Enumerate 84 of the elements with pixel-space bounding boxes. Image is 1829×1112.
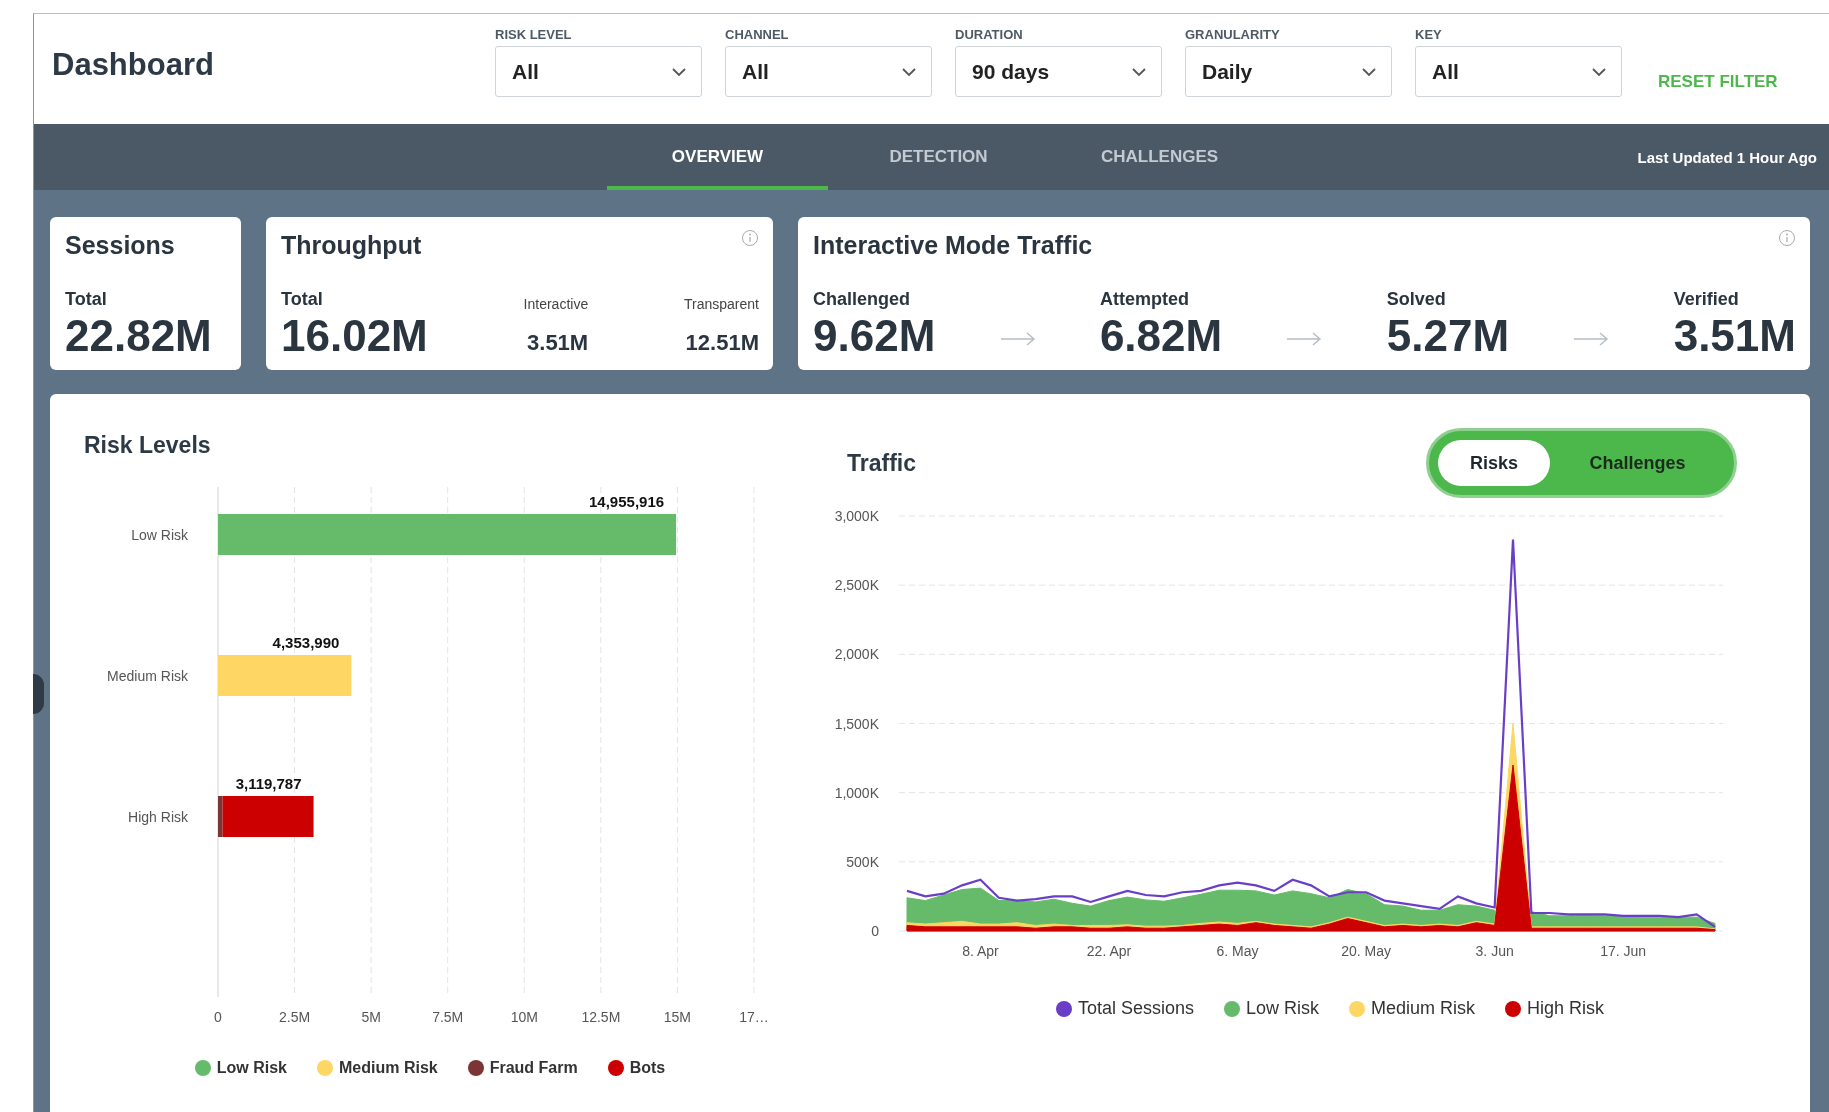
info-icon[interactable] [1778, 229, 1796, 247]
tab[interactable]: DETECTION [828, 124, 1049, 190]
info-icon[interactable] [741, 229, 759, 247]
metric-label: Total [281, 289, 324, 310]
toggle-option[interactable]: Risks [1438, 440, 1550, 486]
legend-label: Total Sessions [1077, 998, 1194, 1019]
axis-label: 3,000K [834, 508, 879, 524]
chart-title: Risk Levels [83, 431, 212, 460]
axis-label: 3. Jun [1475, 943, 1514, 959]
axis-label: 2.5M [279, 1009, 311, 1025]
card-title: Throughput [281, 231, 422, 260]
metric-value: 12.51M [685, 332, 759, 357]
legend-label: High Risk [1527, 998, 1605, 1019]
filter-label: DURATION [955, 27, 1024, 42]
page-title: Dashboard [51, 47, 215, 83]
filter-label: GRANULARITY [1185, 27, 1281, 42]
metric-label: Interactive [523, 296, 589, 312]
metric-value: 16.02M [281, 314, 428, 358]
metric-value: 22.82M [65, 314, 212, 358]
toggle-option[interactable]: Challenges [1550, 440, 1725, 486]
axis-label: 6. May [1216, 943, 1259, 959]
dropdown[interactable]: 90 days [955, 46, 1162, 97]
filter-label: CHANNEL [725, 27, 790, 42]
data-label: 14,955,916 [589, 493, 665, 510]
legend-label: Low Risk [216, 1059, 287, 1077]
metric-value: 9.62M [813, 314, 936, 358]
category-label: Medium Risk [107, 668, 188, 684]
legend-label: Medium Risk [1371, 998, 1476, 1019]
axis-label: 12.5M [581, 1009, 621, 1025]
category-label: Low Risk [131, 527, 188, 543]
axis-label: 10M [510, 1009, 538, 1025]
filter-label: RISK LEVEL [495, 27, 573, 42]
chevron-down-icon [901, 66, 917, 77]
metric-label: Transparent [684, 296, 759, 312]
axis-label: 1,500K [834, 715, 879, 732]
axis-label: 0 [871, 923, 879, 939]
tab[interactable]: CHALLENGES [1049, 124, 1270, 190]
dropdown[interactable]: All [1415, 46, 1622, 97]
chevron-down-icon [1131, 66, 1147, 77]
axis-label: 2,500K [834, 577, 879, 594]
arrow-right-icon [1286, 330, 1323, 347]
chart-title: Traffic [847, 449, 917, 477]
chevron-down-icon [671, 66, 687, 77]
axis-label: 2,000K [834, 646, 879, 663]
axis-label: 17… [739, 1009, 769, 1025]
legend-label: Bots [629, 1059, 666, 1077]
dropdown[interactable]: All [725, 46, 932, 97]
metric-value: 3.51M [1673, 314, 1796, 358]
axis-label: 7.5M [432, 1009, 464, 1025]
dropdown[interactable]: Daily [1185, 46, 1392, 97]
axis-label: 0 [214, 1009, 222, 1025]
data-label: 4,353,990 [272, 634, 340, 651]
drawer-handle[interactable] [33, 674, 44, 714]
axis-label: 17. Jun [1600, 943, 1647, 959]
data-label: 3,119,787 [235, 775, 302, 792]
axis-label: 15M [663, 1009, 692, 1025]
axis-label: 5M [361, 1009, 381, 1025]
legend-label: Medium Risk [339, 1059, 438, 1077]
tab[interactable]: OVERVIEW [607, 124, 828, 190]
metric-label: Total [65, 289, 108, 310]
legend-label: Low Risk [1246, 998, 1319, 1019]
metric-value: 3.51M [527, 332, 589, 357]
legend-label: Fraud Farm [489, 1059, 578, 1077]
card-title: Interactive Mode Traffic [813, 231, 1093, 260]
chevron-down-icon [1361, 66, 1377, 77]
metric-label: Challenged [813, 289, 911, 310]
metric-value: 6.82M [1099, 314, 1223, 358]
axis-label: 22. Apr [1086, 943, 1132, 959]
axis-label: 500K [846, 853, 879, 870]
dropdown[interactable]: All [495, 46, 702, 97]
metric-value: 5.27M [1386, 314, 1510, 358]
chevron-down-icon [1591, 66, 1607, 77]
axis-label: 1,000K [834, 784, 879, 801]
card-title: Sessions [65, 231, 175, 260]
arrow-right-icon [999, 330, 1036, 347]
filter-label: KEY [1415, 27, 1443, 42]
axis-label: 20. May [1341, 943, 1391, 959]
metric-label: Attempted [1099, 289, 1190, 310]
axis-label: 8. Apr [962, 943, 999, 959]
metric-label: Solved [1386, 289, 1447, 310]
arrow-right-icon [1573, 330, 1610, 347]
metric-label: Verified [1673, 289, 1740, 310]
category-label: High Risk [128, 809, 188, 825]
last-updated-text: Last Updated 1 Hour Ago [1637, 148, 1818, 166]
